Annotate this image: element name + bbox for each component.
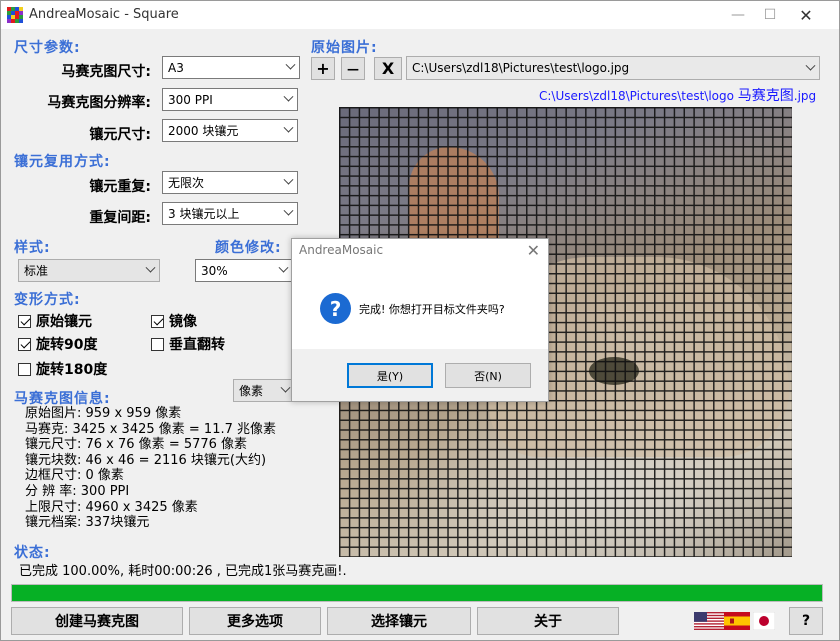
app-logo-icon	[7, 7, 23, 23]
section-transform: 变形方式:	[14, 292, 81, 308]
mosaic-size-value: A3	[168, 60, 184, 75]
progress-bar	[11, 584, 823, 602]
output-path-ext: .jpg	[793, 89, 817, 103]
japanese-flag-icon[interactable]	[753, 612, 775, 630]
output-path-link[interactable]: C:\Users\zdl18\Pictures\test\logo 马赛克图.j…	[539, 85, 816, 105]
checkbox-box	[18, 362, 31, 376]
about-button[interactable]: 关于	[477, 607, 619, 635]
resolution-value: 300 PPI	[168, 92, 213, 107]
status-text: 已完成 100.00%, 耗时00:00:26 , 已完成1张马赛克画!.	[19, 564, 347, 579]
checkbox-label: 旋转180度	[36, 362, 108, 378]
tile-size-label: 镶元尺寸:	[89, 127, 151, 143]
spanish-flag-icon[interactable]	[724, 612, 750, 630]
progress-fill	[12, 585, 822, 601]
resolution-select[interactable]: 300 PPI	[162, 88, 298, 111]
info-line: 镶元尺寸: 76 x 76 像素 = 5776 像素	[25, 437, 248, 453]
checkbox-box	[151, 337, 164, 351]
resolution-label: 马赛克图分辨率:	[47, 95, 151, 111]
checkbox-label: 垂直翻转	[169, 337, 225, 353]
dialog-button-bar: 是(Y) 否(N)	[292, 349, 548, 401]
help-button[interactable]: ?	[789, 607, 823, 635]
info-line: 镶元档案: 337块镶元	[25, 515, 150, 531]
minimize-button[interactable]: —	[721, 1, 755, 29]
checkbox-rotate-90[interactable]: 旋转90度	[18, 334, 97, 354]
checkbox-box	[151, 314, 164, 328]
checkbox-box	[18, 314, 31, 328]
dialog-title: AndreaMosaic	[299, 243, 384, 257]
english-flag-icon[interactable]	[694, 612, 724, 630]
checkbox-label: 镜像	[169, 314, 197, 330]
info-line: 镶元块数: 46 x 46 = 2116 块镶元(大约)	[25, 452, 267, 468]
chevron-down-icon	[279, 172, 297, 193]
checkbox-box	[18, 337, 31, 351]
chevron-down-icon	[279, 203, 297, 224]
add-image-button[interactable]: +	[311, 57, 335, 80]
checkbox-vertical-flip[interactable]: 垂直翻转	[151, 334, 225, 354]
window-title: AndreaMosaic - Square	[29, 7, 179, 22]
output-path-name: 马赛克图	[737, 88, 794, 104]
checkbox-original-tile[interactable]: 原始镶元	[18, 311, 92, 331]
mosaic-size-label: 马赛克图尺寸:	[61, 64, 151, 80]
mosaic-size-select[interactable]: A3	[162, 56, 300, 79]
chevron-down-icon	[281, 57, 299, 78]
info-line: 马赛克: 3425 x 3425 像素 = 11.7 兆像素	[25, 421, 277, 437]
style-select[interactable]: 标准	[18, 259, 160, 282]
repeat-distance-label: 重复间距:	[89, 210, 151, 226]
no-button[interactable]: 否(N)	[445, 363, 531, 388]
tile-repeat-label: 镶元重复:	[89, 179, 151, 195]
info-line: 原始图片: 959 x 959 像素	[25, 406, 182, 421]
section-size-params: 尺寸参数:	[14, 40, 81, 56]
info-line: 边框尺寸: 0 像素	[25, 468, 124, 484]
info-line: 上限尺寸: 4960 x 3425 像素	[25, 499, 198, 515]
checkbox-mirror[interactable]: 镜像	[151, 311, 197, 331]
output-path-prefix: C:\Users\zdl18\Pictures\test\logo	[539, 89, 738, 103]
tile-repeat-value: 无限次	[168, 176, 205, 190]
section-tile-reuse: 镶元复用方式:	[14, 154, 111, 170]
section-status: 状态:	[14, 545, 51, 561]
color-modify-value: 30%	[201, 263, 228, 278]
chevron-down-icon	[274, 260, 292, 281]
checkbox-label: 原始镶元	[36, 314, 92, 330]
section-style: 样式:	[14, 240, 51, 256]
app-window: AndreaMosaic - Square — ☐ ✕ 尺寸参数: 马赛克图尺寸…	[0, 0, 840, 641]
checkbox-label: 旋转90度	[36, 337, 98, 353]
clear-images-button[interactable]: X	[374, 57, 402, 80]
source-path-select[interactable]: C:\Users\zdl18\Pictures\test\logo.jpg	[406, 56, 820, 80]
tile-size-select[interactable]: 2000 块镶元	[162, 119, 298, 142]
mosaic-info-list: 原始图片: 959 x 959 像素 马赛克: 3425 x 3425 像素 =…	[25, 406, 276, 531]
title-bar: AndreaMosaic - Square — ☐ ✕	[1, 1, 839, 29]
tile-size-value: 2000 块镶元	[168, 124, 239, 138]
info-line: 分 辨 率: 300 PPI	[25, 483, 130, 499]
create-mosaic-button[interactable]: 创建马赛克图	[11, 607, 183, 635]
section-source-image: 原始图片:	[311, 40, 378, 56]
confirm-dialog: AndreaMosaic ✕ ? 完成! 你想打开目标文件夹吗? 是(Y) 否(…	[291, 238, 549, 402]
maximize-button[interactable]: ☐	[753, 1, 787, 29]
question-icon: ?	[320, 293, 351, 324]
chevron-down-icon	[279, 120, 297, 141]
select-tiles-button[interactable]: 选择镶元	[327, 607, 471, 635]
dialog-message: 完成! 你想打开目标文件夹吗?	[359, 303, 505, 316]
checkbox-rotate-180[interactable]: 旋转180度	[18, 359, 107, 379]
close-button[interactable]: ✕	[789, 1, 823, 29]
unit-value: 像素	[239, 384, 264, 398]
repeat-distance-value: 3 块镶元以上	[168, 207, 240, 221]
source-path-value: C:\Users\zdl18\Pictures\test\logo.jpg	[412, 61, 630, 75]
section-color-modify: 颜色修改:	[215, 240, 282, 256]
dialog-close-button[interactable]: ✕	[527, 241, 540, 260]
style-value: 标准	[24, 264, 49, 278]
chevron-down-icon	[279, 89, 297, 110]
chevron-down-icon	[141, 260, 159, 281]
more-options-button[interactable]: 更多选项	[189, 607, 321, 635]
repeat-distance-select[interactable]: 3 块镶元以上	[162, 202, 298, 225]
color-modify-select[interactable]: 30%	[195, 259, 293, 282]
section-mosaic-info: 马赛克图信息:	[14, 391, 111, 407]
tile-repeat-select[interactable]: 无限次	[162, 171, 298, 194]
remove-image-button[interactable]: —	[341, 57, 365, 80]
chevron-down-icon	[801, 60, 819, 72]
unit-select[interactable]: 像素	[233, 379, 295, 402]
yes-button[interactable]: 是(Y)	[347, 363, 433, 388]
